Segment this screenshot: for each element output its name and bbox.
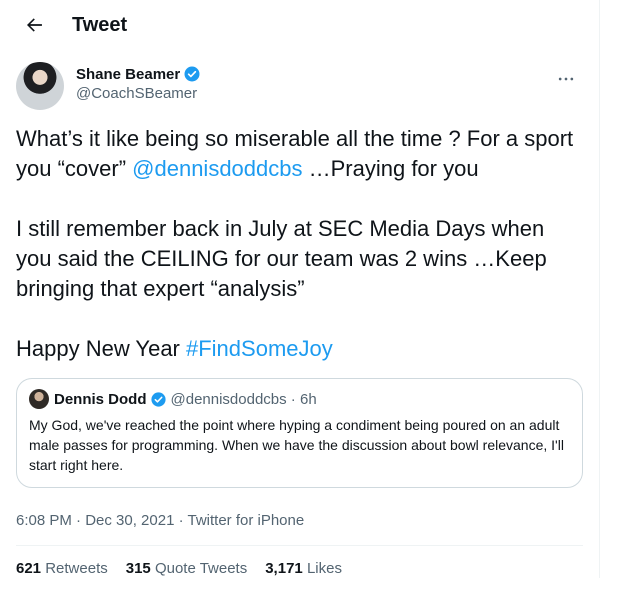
- tweet-page: Tweet Shane Beamer @CoachSBeamer What’s …: [0, 0, 600, 578]
- quoted-avatar: [29, 389, 49, 409]
- tweet-author: Shane Beamer @CoachSBeamer: [0, 50, 599, 110]
- likes-stat[interactable]: 3,171 Likes: [265, 560, 342, 577]
- tweet-timestamp[interactable]: 6:08 PM · Dec 30, 2021 · Twitter for iPh…: [0, 512, 599, 529]
- display-name[interactable]: Shane Beamer: [76, 66, 180, 83]
- quoted-tweet[interactable]: Dennis Dodd @dennisdoddcbs · 6h My God, …: [16, 378, 583, 488]
- retweets-count: 621: [16, 559, 42, 577]
- likes-label: Likes: [306, 559, 342, 577]
- top-bar: Tweet: [0, 0, 599, 50]
- tweet-text-p2: I still remember back in July at SEC Med…: [16, 216, 553, 301]
- engagement-stats: 621 Retweets 315 Quote Tweets 3,171 Like…: [0, 546, 599, 590]
- quoted-text: My God, we've reached the point where hy…: [29, 417, 564, 473]
- arrow-left-icon: [27, 18, 42, 32]
- author-names: Shane Beamer @CoachSBeamer: [76, 62, 201, 110]
- quoted-display-name: Dennis Dodd: [54, 390, 147, 408]
- tweet-text-p3-a: Happy New Year: [16, 336, 186, 361]
- hashtag-link[interactable]: #FindSomeJoy: [186, 336, 333, 361]
- tweet-text: What’s it like being so miserable all th…: [0, 124, 599, 364]
- quote-tweets-stat[interactable]: 315 Quote Tweets: [126, 560, 247, 577]
- retweets-stat[interactable]: 621 Retweets: [16, 560, 108, 577]
- quotes-label: Quote Tweets: [154, 559, 248, 577]
- quoted-handle-time: @dennisdoddcbs · 6h: [170, 390, 317, 408]
- display-name-row: Shane Beamer: [76, 65, 201, 83]
- more-options-button[interactable]: [549, 62, 583, 96]
- back-button[interactable]: [16, 7, 52, 43]
- avatar[interactable]: [16, 62, 64, 110]
- likes-count: 3,171: [265, 559, 303, 577]
- tweet-text-p1-b: …Praying for you: [302, 156, 479, 181]
- verified-badge-icon: [150, 391, 166, 407]
- more-horizontal-icon: [558, 77, 574, 81]
- quotes-count: 315: [125, 559, 151, 577]
- quoted-tweet-header: Dennis Dodd @dennisdoddcbs · 6h: [29, 389, 570, 409]
- user-handle[interactable]: @CoachSBeamer: [76, 85, 201, 102]
- verified-badge-icon: [184, 66, 200, 82]
- page-title: Tweet: [72, 13, 128, 36]
- mention-link[interactable]: @dennisdoddcbs: [132, 156, 302, 181]
- retweets-label: Retweets: [45, 559, 108, 577]
